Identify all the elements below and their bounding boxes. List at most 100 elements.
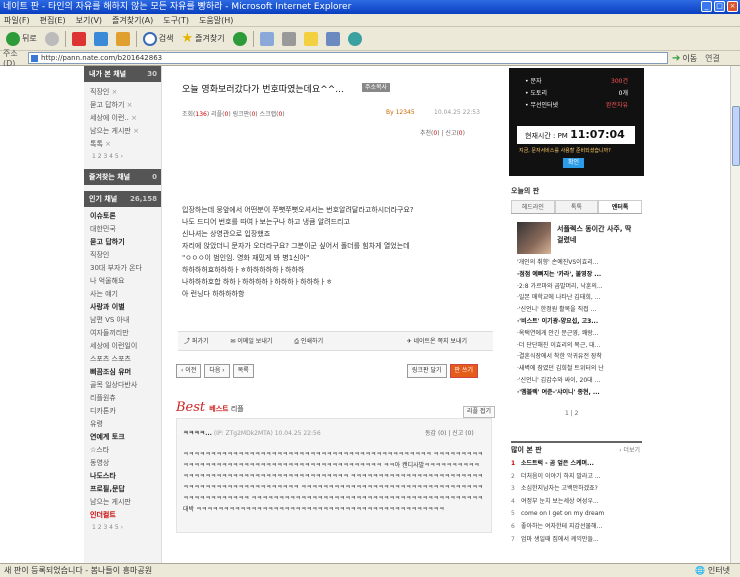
list-button[interactable]: 목록 xyxy=(232,364,254,378)
maximize-button[interactable]: □ xyxy=(714,1,725,12)
popular-pagination[interactable]: 1 2 3 4 5 › xyxy=(84,522,161,534)
my-channel-item[interactable]: 톡톡 × xyxy=(84,138,161,151)
forward-button[interactable] xyxy=(43,30,61,48)
popular-channel-header[interactable]: 인기 채널 26,158 xyxy=(84,191,161,207)
discuss-button[interactable] xyxy=(324,30,342,48)
news-pagination[interactable]: 1 | 2 xyxy=(565,410,578,417)
popular-channel-item[interactable]: 삐끔조심 유머 xyxy=(84,366,161,379)
featured-photo[interactable] xyxy=(517,222,551,254)
popular-channel-item[interactable]: 남으는 게시판 xyxy=(84,496,161,509)
news-item[interactable]: ·'비스트' 이기광-양요섭, 고3... xyxy=(517,316,642,328)
popular-channel-item[interactable]: 세상에 이런일이 xyxy=(84,340,161,353)
popular-channel-item[interactable]: 사랑과 이별 xyxy=(84,301,161,314)
more-link[interactable]: › 더보기 xyxy=(619,443,640,458)
menu-file[interactable]: 파일(F) xyxy=(4,14,30,26)
my-channel-item[interactable]: 세상에 이런.. × xyxy=(84,112,161,125)
scrollbar-thumb[interactable] xyxy=(732,106,740,166)
news-item[interactable]: ·옥택연에게 안긴 문근영, 쾌랑... xyxy=(517,328,642,340)
my-channel-pagination[interactable]: 1 2 3 4 5 › xyxy=(84,151,161,163)
popular-channel-item[interactable]: 프로필,문답 xyxy=(84,483,161,496)
popular-channel-item[interactable]: 동영상 xyxy=(84,457,161,470)
popular-channel-item[interactable]: 리플원츄 xyxy=(84,392,161,405)
refresh-button[interactable] xyxy=(92,30,110,48)
comment-author[interactable]: ㅋㅋㅋㅋ... xyxy=(183,430,212,437)
my-channel-item[interactable]: 남으는 게시판 × xyxy=(84,125,161,138)
url-field[interactable]: http://pann.nate.com/b201642863 xyxy=(28,52,668,64)
messenger-button[interactable] xyxy=(346,30,364,48)
remove-icon[interactable]: × xyxy=(133,127,139,135)
recommend-button[interactable]: 추천 xyxy=(420,130,431,137)
news-item[interactable]: ·더 단단해진 이효리의 복근, 대... xyxy=(517,340,642,352)
link-pann-button[interactable]: 링크판 달기 xyxy=(407,364,447,378)
sms-confirm-button[interactable]: 확인 xyxy=(563,158,585,168)
most-viewed-item[interactable]: 7 엄마 생일때 집에서 케익만들... xyxy=(511,534,642,547)
links-label[interactable]: 연결 xyxy=(705,53,720,64)
print-post-button[interactable]: ⎙ 인쇄하기 xyxy=(294,338,333,345)
favorites-button[interactable]: ★ 즐겨찾기 xyxy=(179,30,226,48)
comment-votes[interactable]: 동감 (0) | 신고 (0) xyxy=(425,428,474,437)
popular-channel-item[interactable]: 대한민국 xyxy=(84,223,161,236)
popular-channel-item[interactable]: 디카톤카 xyxy=(84,405,161,418)
menu-tools[interactable]: 도구(T) xyxy=(163,14,189,26)
email-button[interactable]: ✉ 이메일 보내기 xyxy=(230,338,282,345)
menu-view[interactable]: 보기(V) xyxy=(76,14,102,26)
mail-button[interactable] xyxy=(258,30,276,48)
news-item[interactable]: ·'신언니' 김갑수와 싸이, 20대 ... xyxy=(517,375,642,387)
popular-channel-item[interactable]: 남편 VS 아내 xyxy=(84,314,161,327)
remove-icon[interactable]: × xyxy=(131,114,137,122)
popular-channel-item[interactable]: 스포츠 스포츠 xyxy=(84,353,161,366)
featured-title[interactable]: 서플렉스 동이간 사주, 딱 걸렸네 xyxy=(557,224,639,246)
write-pann-button[interactable]: 판 쓰기 xyxy=(449,364,478,378)
most-viewed-item[interactable]: 2 더처음이 이야기 하지 말라고 ... xyxy=(511,471,642,484)
popular-channel-item[interactable]: 연예계 토크 xyxy=(84,431,161,444)
popular-channel-item[interactable]: 묻고 답하기 xyxy=(84,236,161,249)
news-item[interactable]: ·새벽에 잠였던 김희철 트위터의 난 xyxy=(517,363,642,375)
news-item[interactable]: ·점점 예뻐지는 '카라', 불영장 ... xyxy=(517,269,642,281)
my-channel-item[interactable]: 묻고 답하기 × xyxy=(84,99,161,112)
go-button[interactable]: ➔ 이동 xyxy=(672,53,697,64)
news-item[interactable]: ·결혼식장에서 착한 악귀유전 장착 xyxy=(517,351,642,363)
news-item[interactable]: ·'신언니' 한정원 활복을 직접 ... xyxy=(517,304,642,316)
news-item[interactable]: ·일본 매학교에 나타난 김태희, ... xyxy=(517,292,642,304)
news-item[interactable]: ·'멤블렉' 여준-'샤이니' 종현, ... xyxy=(517,387,642,399)
history-button[interactable] xyxy=(231,30,249,48)
featured-news[interactable]: 서플렉스 동이간 사주, 딱 걸렸네 xyxy=(517,222,642,254)
nateon-message-button[interactable]: ✈ 네이트온 쪽지 보내기 xyxy=(407,332,477,352)
popular-channel-item[interactable]: 나 억울해요 xyxy=(84,275,161,288)
menu-favorites[interactable]: 즐겨찾기(A) xyxy=(112,14,153,26)
popular-channel-item[interactable]: 여자들끼리만 xyxy=(84,327,161,340)
popular-channel-item[interactable]: 나도스타 xyxy=(84,470,161,483)
report-button[interactable]: 신고 xyxy=(445,130,456,137)
popular-channel-item[interactable]: 직장인 xyxy=(84,249,161,262)
most-viewed-item[interactable]: 4 여정부 눈치 보는세상 여성우... xyxy=(511,496,642,509)
copy-address-button[interactable]: 주소복사 xyxy=(362,83,391,92)
popular-channel-item[interactable]: 골목 일상다반사 xyxy=(84,379,161,392)
back-button[interactable]: 뒤로 xyxy=(4,30,39,48)
remove-icon[interactable]: × xyxy=(105,140,111,148)
print-button[interactable] xyxy=(280,30,298,48)
menu-edit[interactable]: 편집(E) xyxy=(40,14,66,26)
minimize-button[interactable]: _ xyxy=(701,1,712,12)
search-button[interactable]: 검색 xyxy=(141,30,176,48)
popular-channel-item[interactable]: 인더컬트 xyxy=(84,509,161,522)
remove-icon[interactable]: × xyxy=(127,101,133,109)
most-viewed-item[interactable]: 6 좋아하는 여자한테 지갑선물해... xyxy=(511,521,642,534)
stop-button[interactable] xyxy=(70,30,88,48)
remove-icon[interactable]: × xyxy=(112,88,118,96)
next-button[interactable]: 다음 › xyxy=(204,364,230,378)
popular-channel-item[interactable]: ☆스타 xyxy=(84,444,161,457)
vertical-scrollbar[interactable] xyxy=(730,66,740,563)
most-viewed-item[interactable]: 1 소드트럭 - 곰 엎은 스케며... xyxy=(511,458,642,471)
home-button[interactable] xyxy=(114,30,132,48)
most-viewed-item[interactable]: 5 come on I get on my dream xyxy=(511,508,642,521)
favorite-channel-header[interactable]: 즐겨찾는 채널 0 xyxy=(84,169,161,185)
most-viewed-item[interactable]: 3 소심한지남자는 고백안하겠죠? xyxy=(511,483,642,496)
my-channel-item[interactable]: 직장인 × xyxy=(84,86,161,99)
popular-channel-item[interactable]: 이슈토론 xyxy=(84,210,161,223)
tab-entertalk[interactable]: 엔터톡 xyxy=(598,200,643,213)
prev-button[interactable]: ‹ 이전 xyxy=(176,364,202,378)
share-scrap-button[interactable]: ⤴ 퍼가기 xyxy=(184,338,218,345)
popular-channel-item[interactable]: 사는 얘기 xyxy=(84,288,161,301)
popular-channel-item[interactable]: 유령 xyxy=(84,418,161,431)
tab-talk[interactable]: 톡톡 xyxy=(554,200,599,213)
